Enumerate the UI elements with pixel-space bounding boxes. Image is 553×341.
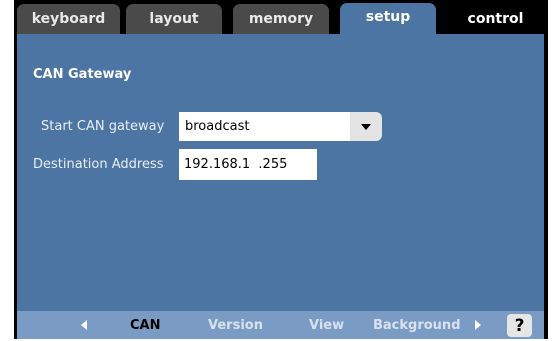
destination-address-value: 192.168.1 .255 (184, 157, 288, 172)
tab-setup-label: setup (365, 9, 411, 25)
bottom-nav-version[interactable]: Version (208, 318, 263, 333)
tab-keyboard[interactable]: keyboard (17, 4, 120, 34)
section-title: CAN Gateway (33, 67, 132, 82)
tab-control-label: control (467, 11, 524, 27)
help-button[interactable]: ? (507, 314, 532, 337)
start-gateway-value: broadcast (185, 119, 250, 134)
bottom-nav-view[interactable]: View (309, 318, 344, 333)
tab-memory-label: memory (248, 11, 314, 27)
bottom-nav-can[interactable]: CAN (130, 318, 160, 333)
start-gateway-dropdown-button[interactable] (350, 112, 382, 141)
bottom-nav-bar (17, 311, 544, 339)
tab-control[interactable]: control (447, 4, 544, 34)
tab-keyboard-label: keyboard (31, 11, 106, 27)
start-gateway-label: Start CAN gateway (41, 119, 165, 134)
tab-memory[interactable]: memory (233, 4, 329, 34)
right-triangle-icon[interactable] (474, 319, 482, 331)
destination-address-input[interactable]: 192.168.1 .255 (179, 149, 317, 180)
tab-layout[interactable]: layout (126, 4, 222, 34)
bottom-nav-background[interactable]: Background (373, 318, 461, 333)
left-triangle-icon[interactable] (80, 319, 88, 331)
dropdown-arrow-icon (361, 123, 371, 130)
destination-address-label: Destination Address (33, 157, 164, 172)
tab-layout-label: layout (149, 11, 199, 27)
start-gateway-select[interactable]: broadcast (179, 112, 350, 141)
